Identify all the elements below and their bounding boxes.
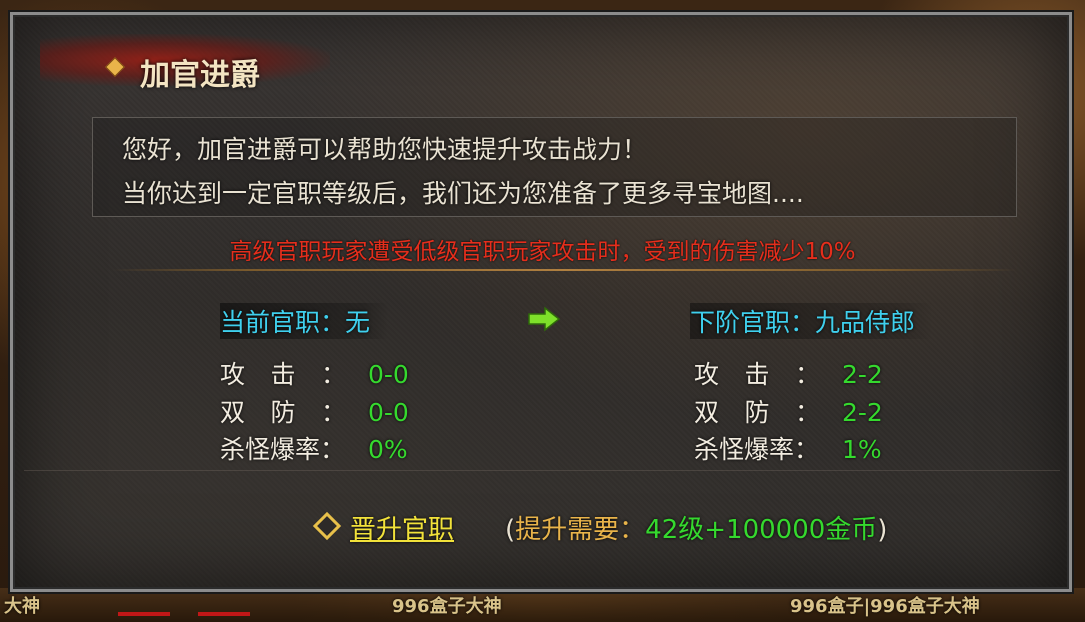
current-stat-row: 攻击： 0-0 — [220, 355, 409, 391]
player-name-label: 996盒子大神 — [392, 596, 502, 617]
stat-label: 双防： — [220, 398, 346, 427]
next-stat-row: 杀怪爆率： 1% — [694, 430, 882, 466]
stat-value: 2-2 — [842, 398, 883, 427]
intro-line-1: 您好，加官进爵可以帮助您快速提升攻击战力！ — [122, 135, 648, 164]
footer-divider — [24, 470, 1060, 471]
stat-value: 0-0 — [368, 398, 409, 427]
stat-label: 双防： — [694, 398, 820, 427]
player-name-label: 大神 — [4, 596, 40, 617]
next-stat-row: 攻击： 2-2 — [694, 355, 883, 391]
stat-label: 攻击： — [220, 360, 346, 389]
requirement-text: (提升需要：42级+100000金币) — [505, 509, 887, 546]
req-label: 提升需要： — [515, 515, 646, 545]
stat-label: 攻击： — [694, 360, 820, 389]
current-stat-row: 双防： 0-0 — [220, 393, 409, 429]
stat-label: 杀怪爆率： — [220, 435, 346, 464]
dialog-title: 加官进爵 — [140, 58, 260, 93]
next-rank-heading: 下阶官职：九品侍郎 — [690, 303, 934, 339]
stat-label: 杀怪爆率： — [694, 435, 820, 464]
stat-value: 1% — [842, 435, 882, 464]
promotion-dialog — [10, 12, 1072, 592]
player-name-label: 996盒子|996盒子大神 — [790, 596, 980, 617]
arrow-right-icon — [528, 306, 561, 332]
damage-reduction-note: 高级官职玩家遭受低级官职玩家攻击时，受到的伤害减少10% — [229, 239, 856, 265]
req-value: 42级+100000金币 — [645, 515, 878, 545]
req-close-paren: ) — [877, 515, 888, 545]
stat-value: 0-0 — [368, 360, 409, 389]
intro-line-2: 当你达到一定官职等级后，我们还为您准备了更多寻宝地图.... — [122, 179, 804, 208]
next-stat-row: 双防： 2-2 — [694, 393, 883, 429]
promote-rank-button[interactable]: 晋升官职 — [350, 509, 454, 546]
divider — [112, 269, 1017, 271]
player-name-strip: 大神 996盒子大神 996盒子|996盒子大神 — [0, 588, 1085, 622]
hp-bar — [118, 612, 170, 616]
current-rank-heading: 当前官职：无 — [220, 303, 389, 339]
req-open-paren: ( — [505, 515, 516, 545]
stat-value: 0% — [368, 435, 408, 464]
stat-value: 2-2 — [842, 360, 883, 389]
hp-bar — [198, 612, 250, 616]
current-stat-row: 杀怪爆率： 0% — [220, 430, 408, 466]
